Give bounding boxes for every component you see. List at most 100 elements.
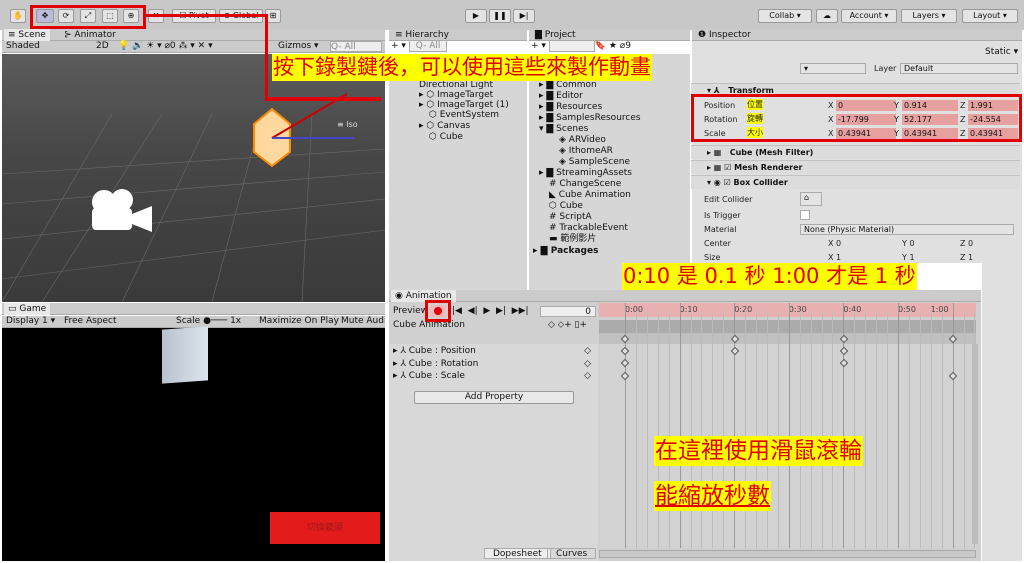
step-button[interactable]: ▶| (513, 9, 535, 23)
tag-dropdown[interactable]: ▾ (800, 63, 866, 74)
frame-field[interactable]: 0 (540, 306, 596, 317)
list-item[interactable]: # ChangeScene (549, 179, 621, 190)
scale-z-field[interactable]: 0.43941 (968, 128, 1018, 139)
scene-viewport[interactable]: ≡ Iso (2, 54, 385, 302)
timeline-tick-label: 0:00 (625, 305, 643, 314)
list-item[interactable]: ▸ ▇ SamplesResources (539, 113, 641, 124)
list-item-label: ImageTarget (1) (437, 100, 509, 110)
timeline-scrollbar[interactable] (599, 550, 976, 558)
scene-toggles[interactable]: 💡 🔊 ☀ ▾ ⌀0 ⁂ ▾ ✕ ▾ (118, 41, 213, 52)
tab-hierarchy-label: Hierarchy (405, 30, 449, 40)
list-item[interactable]: ◣ Cube Animation (549, 190, 631, 201)
transform-tool-icon[interactable]: ⊕ (123, 9, 139, 23)
tab-game[interactable]: ▭ Game (4, 303, 51, 315)
mesh-filter-header[interactable]: ▸ ▦ Cube (Mesh Filter) (691, 145, 1020, 159)
record-button[interactable] (430, 305, 446, 317)
rotation-y-field[interactable]: 52.177 (902, 114, 958, 125)
size-x[interactable]: X 1 (828, 252, 841, 262)
list-item[interactable]: # ScriptA (549, 212, 592, 223)
layer-dropdown[interactable]: Default (900, 63, 1018, 74)
aspect-dropdown[interactable]: Free Aspect (64, 316, 117, 327)
display-dropdown[interactable]: Display 1 ▾ (6, 316, 55, 327)
material-field[interactable]: None (Physic Material) (800, 224, 1014, 235)
preview-toggle[interactable]: Preview (393, 306, 428, 317)
rotation-z-field[interactable]: -24.554 (968, 114, 1018, 125)
keyframe-buttons[interactable]: ◇ ⬦+ ▯+ (548, 320, 587, 331)
property-row-rotation[interactable]: ▸ ⅄ Cube : Rotation ◇ (393, 359, 593, 370)
box-collider-header[interactable]: ▾ ◉ ☑ Box Collider (691, 175, 1020, 189)
tab-inspector[interactable]: ❶ Inspector (694, 29, 755, 41)
center-y[interactable]: Y 0 (902, 238, 915, 249)
clip-dropdown[interactable]: Cube Animation (393, 320, 533, 331)
list-item[interactable]: ▸ ⬡ Canvas (419, 121, 470, 132)
static-toggle[interactable]: Static ▾ (985, 47, 1018, 58)
list-item-label: Scenes (556, 124, 589, 134)
position-z-field[interactable]: 1.991 (968, 100, 1018, 111)
list-item[interactable]: ▸ ▇ Packages (533, 246, 598, 257)
project-toolbar[interactable]: + ▾ 🔖 ★ ⌀9 (531, 40, 631, 52)
mute-toggle[interactable]: Mute Audio (341, 316, 385, 327)
layers-dropdown[interactable]: Layers ▾ (901, 9, 957, 23)
transform-header[interactable]: ▾ ⅄ Transform (691, 83, 1020, 97)
position-y-field[interactable]: 0.914 (902, 100, 958, 111)
list-item[interactable]: ▸ ▇ Common (539, 80, 597, 91)
size-y[interactable]: Y 1 (902, 252, 915, 262)
list-item[interactable]: ▬ 範例影片 (549, 234, 596, 245)
gizmos-dropdown[interactable]: Gizmos ▾ (278, 41, 319, 52)
list-item[interactable]: ◈ ARVideo (559, 135, 606, 146)
list-item[interactable]: ◈ IthomeAR (559, 146, 613, 157)
rect-tool-icon[interactable]: ⬚ (102, 9, 118, 23)
center-x[interactable]: X 0 (828, 238, 841, 249)
tab-animator[interactable]: ⊱ Animator (60, 29, 120, 41)
list-item[interactable]: # TrackableEvent (549, 223, 628, 234)
tab-scene[interactable]: ≡ Scene (4, 29, 50, 41)
timeline-vscroll[interactable] (972, 344, 978, 544)
property-label: Cube : Position (408, 346, 476, 356)
timeline-tick-label: 0:20 (734, 305, 753, 314)
rotation-x-field[interactable]: -17.799 (836, 114, 896, 125)
scale-slider[interactable]: Scale ●─── 1x (176, 316, 241, 327)
mesh-renderer-header[interactable]: ▸ ▦ ☑ Mesh Renderer (691, 160, 1020, 174)
collab-button[interactable]: Collab ▾ (758, 9, 812, 23)
add-property-button[interactable]: Add Property (414, 391, 574, 404)
playback-controls[interactable]: |◀ ◀| ▶ ▶| ▶▶| (452, 306, 529, 317)
tab-animation[interactable]: ◉ Animation (391, 290, 456, 302)
list-item[interactable]: ▸ ▇ Editor (539, 91, 583, 102)
maximize-toggle[interactable]: Maximize On Play (259, 316, 339, 327)
property-row-position[interactable]: ▸ ⅄ Cube : Position ◇ (393, 346, 593, 357)
list-item[interactable]: ⬡ EventSystem (429, 110, 499, 121)
switch-camera-button[interactable]: 切換鏡頭 (270, 512, 380, 544)
scene-search-input[interactable]: Q- All (330, 41, 382, 52)
shaded-dropdown[interactable]: Shaded (6, 41, 86, 52)
cloud-icon[interactable]: ☁ (816, 9, 838, 23)
iso-label[interactable]: ≡ Iso (337, 120, 358, 129)
list-item[interactable]: ⬡ Cube (429, 132, 463, 143)
list-item[interactable]: ▸ ▇ Resources (539, 102, 602, 113)
play-button[interactable]: ▶ (465, 9, 487, 23)
position-x-field[interactable]: 0 (836, 100, 896, 111)
account-dropdown[interactable]: Account ▾ (841, 9, 897, 23)
scale-x-field[interactable]: 0.43941 (836, 128, 896, 139)
list-item[interactable]: ▸ ▇ StreamingAssets (539, 168, 632, 179)
hand-tool-icon[interactable]: ✋ (10, 9, 26, 23)
property-row-scale[interactable]: ▸ ⅄ Cube : Scale ◇ (393, 371, 593, 382)
center-z[interactable]: Z 0 (960, 238, 973, 249)
scale-tool-icon[interactable]: ⤢ (80, 9, 96, 23)
move-tool-icon[interactable]: ✥ (36, 9, 54, 23)
edit-collider-button[interactable]: ⌂ (800, 192, 822, 206)
pause-button[interactable]: ❚❚ (489, 9, 511, 23)
list-item[interactable]: ◈ SampleScene (559, 157, 630, 168)
rotate-tool-icon[interactable]: ⟳ (58, 9, 74, 23)
timeline-gridline (745, 311, 747, 548)
layout-dropdown[interactable]: Layout ▾ (962, 9, 1018, 23)
hierarchy-create[interactable]: + ▾ Q- All (391, 40, 448, 52)
is-trigger-checkbox[interactable] (800, 210, 810, 220)
list-item[interactable]: ▾ ▇ Scenes (539, 124, 588, 135)
scale-y-field[interactable]: 0.43941 (902, 128, 958, 139)
tab-dopesheet[interactable]: Dopesheet (484, 548, 551, 559)
size-z[interactable]: Z 1 (960, 252, 973, 262)
list-item[interactable]: ⬡ Cube (549, 201, 583, 212)
timeline-gridline (876, 311, 878, 548)
2d-toggle[interactable]: 2D (96, 41, 109, 52)
tab-curves[interactable]: Curves (547, 548, 597, 559)
